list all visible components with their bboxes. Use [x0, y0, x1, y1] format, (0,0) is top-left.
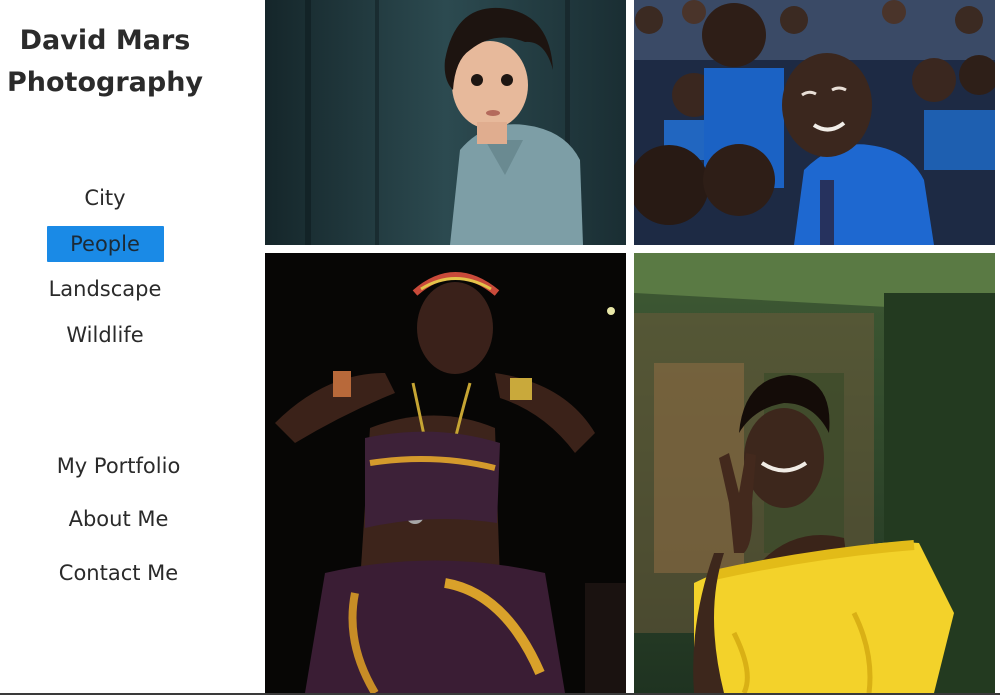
photo-woman-traditional[interactable] — [265, 253, 626, 693]
category-label: City — [84, 186, 126, 210]
photo-woman-yellow[interactable] — [634, 253, 995, 693]
nav-link-about[interactable]: About Me — [0, 501, 237, 537]
site-title-line2: Photography — [6, 67, 204, 98]
category-item-people[interactable]: People — [0, 226, 210, 262]
category-item-wildlife[interactable]: Wildlife — [0, 317, 210, 353]
category-item-city[interactable]: City — [0, 180, 210, 216]
category-item-landscape[interactable]: Landscape — [0, 271, 210, 307]
category-label: Wildlife — [66, 323, 144, 347]
category-label: People — [46, 226, 164, 262]
nav-link-portfolio[interactable]: My Portfolio — [0, 448, 237, 484]
category-label: Landscape — [48, 277, 162, 301]
site-title-line1: David Mars — [19, 25, 191, 56]
site-title[interactable]: David Mars Photography — [0, 20, 210, 104]
photo-schoolchildren[interactable] — [634, 0, 995, 245]
photo-child-portrait[interactable] — [265, 0, 626, 245]
nav-link-contact[interactable]: Contact Me — [0, 555, 237, 591]
sidebar: David Mars Photography City People Lands… — [0, 0, 265, 693]
